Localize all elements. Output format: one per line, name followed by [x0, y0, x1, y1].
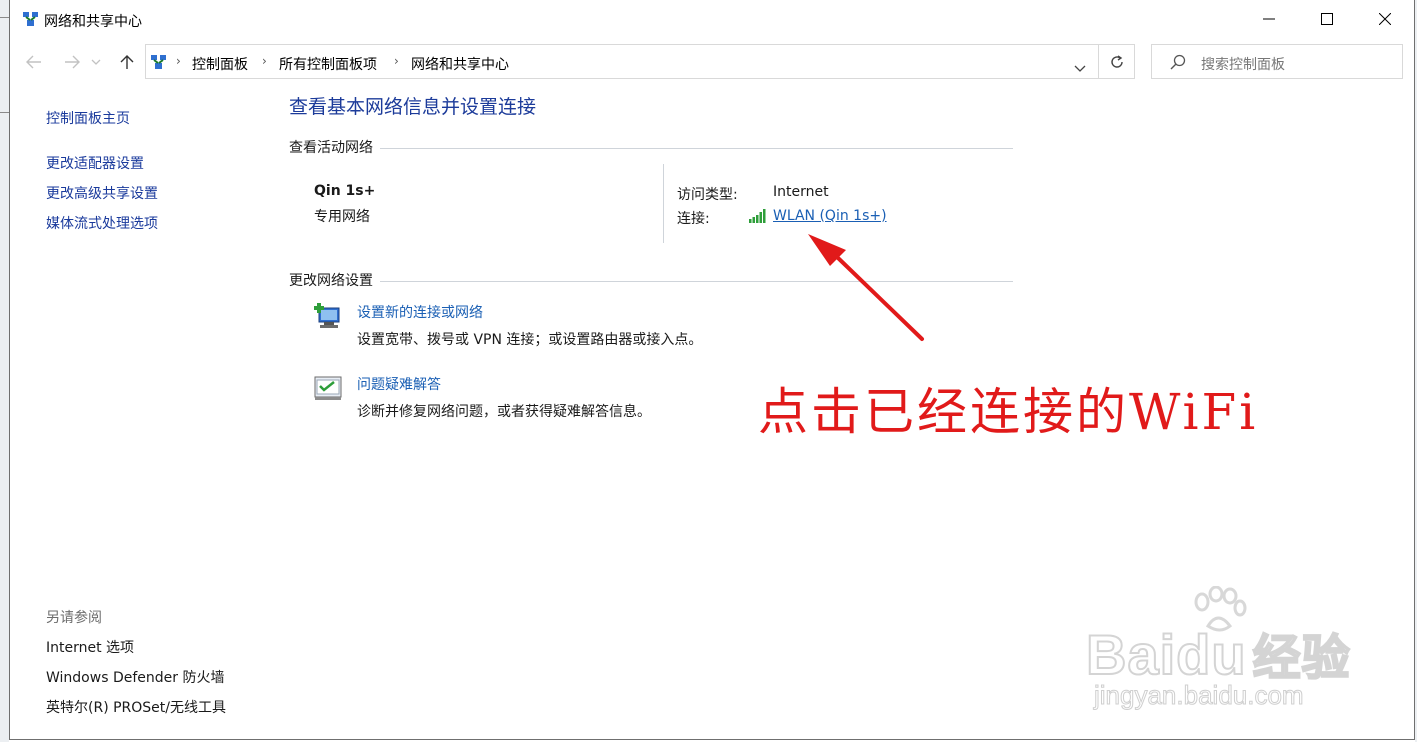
- address-dropdown-button[interactable]: [1074, 58, 1086, 77]
- chevron-down-icon: [91, 59, 101, 65]
- maximize-button[interactable]: [1298, 0, 1356, 38]
- watermark-brand-b: du: [1175, 622, 1247, 687]
- network-sharing-center-window: 网络和共享中心 › 控制面板 › 所有控制面板项 › 网络和共享中心 搜索控制面…: [9, 0, 1415, 740]
- see-also-proset[interactable]: 英特尔(R) PROSet/无线工具: [46, 697, 226, 717]
- breadcrumb-network-center[interactable]: 网络和共享中心: [411, 54, 509, 74]
- window-title: 网络和共享中心: [44, 14, 142, 30]
- divider: [289, 148, 1013, 149]
- breadcrumb-separator-icon: ›: [176, 54, 181, 68]
- breadcrumb-control-panel[interactable]: 控制面板: [192, 54, 248, 74]
- setup-connection-desc: 设置宽带、拨号或 VPN 连接；或设置路由器或接入点。: [357, 332, 703, 348]
- see-also-firewall[interactable]: Windows Defender 防火墙: [46, 667, 224, 687]
- troubleshoot-desc: 诊断并修复网络问题，或者获得疑难解答信息。: [357, 404, 651, 420]
- access-type-label: 访问类型:: [677, 187, 738, 203]
- see-also-heading: 另请参阅: [46, 610, 102, 626]
- see-also-internet-options[interactable]: Internet 选项: [46, 637, 134, 657]
- title-bar: 网络和共享中心: [10, 0, 1414, 38]
- watermark-url: jingyan.baidu.com: [1094, 680, 1305, 711]
- watermark-brand-c: 经验: [1252, 629, 1351, 687]
- connection-label: 连接:: [677, 211, 710, 227]
- back-arrow-icon: [26, 55, 41, 69]
- network-center-icon: [22, 10, 40, 28]
- forward-arrow-icon: [65, 55, 80, 69]
- refresh-icon: [1110, 54, 1123, 68]
- control-panel-icon: [150, 53, 168, 75]
- annotation-arrow: [808, 234, 924, 341]
- setup-connection-link[interactable]: 设置新的连接或网络: [357, 302, 483, 322]
- maximize-icon: [1321, 13, 1333, 25]
- sidebar-item-home[interactable]: 控制面板主页: [46, 108, 130, 128]
- search-placeholder: 搜索控制面板: [1201, 57, 1285, 73]
- troubleshoot-link[interactable]: 问题疑难解答: [357, 374, 441, 394]
- wifi-signal-icon: [749, 208, 767, 227]
- recent-locations-button[interactable]: [88, 47, 104, 77]
- page-title: 查看基本网络信息并设置连接: [289, 96, 537, 118]
- network-type: 专用网络: [314, 209, 370, 225]
- sidebar-item-media-streaming[interactable]: 媒体流式处理选项: [46, 213, 158, 233]
- network-name: Qin 1s+: [314, 183, 376, 199]
- access-type-value: Internet: [773, 184, 829, 200]
- change-settings-heading: 更改网络设置: [289, 270, 380, 290]
- refresh-button[interactable]: [1099, 44, 1135, 79]
- minimize-icon: [1263, 18, 1275, 20]
- chevron-down-icon: [1074, 65, 1086, 72]
- watermark-brand-a: Bai: [1085, 622, 1177, 687]
- breadcrumb-separator-icon: ›: [262, 54, 267, 68]
- breadcrumb-all-items[interactable]: 所有控制面板项: [279, 54, 377, 74]
- close-icon: [1379, 13, 1391, 25]
- sidebar-item-adapter-settings[interactable]: 更改适配器设置: [46, 153, 144, 173]
- annotation-text: 点击已经连接的WiFi: [758, 383, 1259, 441]
- address-bar[interactable]: › 控制面板 › 所有控制面板项 › 网络和共享中心: [145, 44, 1099, 79]
- new-connection-icon: [312, 300, 344, 334]
- minimize-button[interactable]: [1240, 0, 1298, 38]
- vertical-divider: [663, 164, 664, 243]
- forward-button[interactable]: [58, 47, 86, 77]
- breadcrumb-separator-icon: ›: [394, 54, 399, 68]
- up-arrow-icon: [120, 55, 134, 69]
- back-button[interactable]: [20, 47, 48, 77]
- search-icon: [1170, 54, 1186, 74]
- troubleshoot-icon: [312, 372, 344, 406]
- active-networks-heading: 查看活动网络: [289, 137, 380, 157]
- search-box[interactable]: 搜索控制面板: [1151, 44, 1403, 79]
- up-button[interactable]: [113, 47, 141, 77]
- close-button[interactable]: [1356, 0, 1414, 38]
- sidebar-item-advanced-sharing[interactable]: 更改高级共享设置: [46, 183, 158, 203]
- wlan-connection-link[interactable]: WLAN (Qin 1s+): [773, 208, 887, 224]
